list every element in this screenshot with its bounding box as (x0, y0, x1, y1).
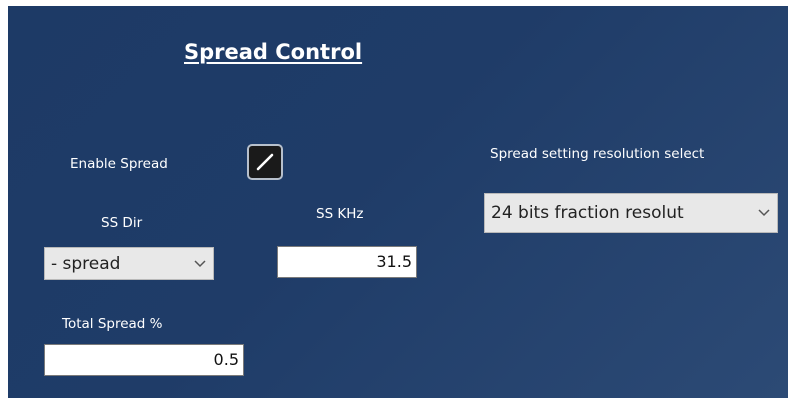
total-spread-input[interactable]: 0.5 (44, 344, 244, 376)
ss-dir-select[interactable]: - spread (44, 247, 214, 280)
enable-spread-checkbox[interactable] (247, 144, 283, 180)
check-slash-icon (256, 153, 274, 171)
enable-spread-label: Enable Spread (70, 156, 168, 172)
resolution-select-value: 24 bits fraction resolut (491, 203, 684, 223)
ss-dir-select-value: - spread (51, 253, 121, 274)
ss-dir-label: SS Dir (101, 215, 143, 231)
ss-khz-label: SS KHz (316, 206, 364, 222)
panel-title: Spread Control (184, 40, 363, 64)
chevron-down-icon (751, 209, 777, 217)
spread-control-panel: Spread Control Enable Spread Spread sett… (8, 6, 788, 398)
resolution-select-label: Spread setting resolution select (490, 146, 705, 162)
ss-khz-input[interactable]: 31.5 (277, 246, 417, 278)
total-spread-label: Total Spread % (62, 316, 163, 332)
chevron-down-icon (187, 259, 213, 268)
resolution-select[interactable]: 24 bits fraction resolut (484, 193, 778, 233)
